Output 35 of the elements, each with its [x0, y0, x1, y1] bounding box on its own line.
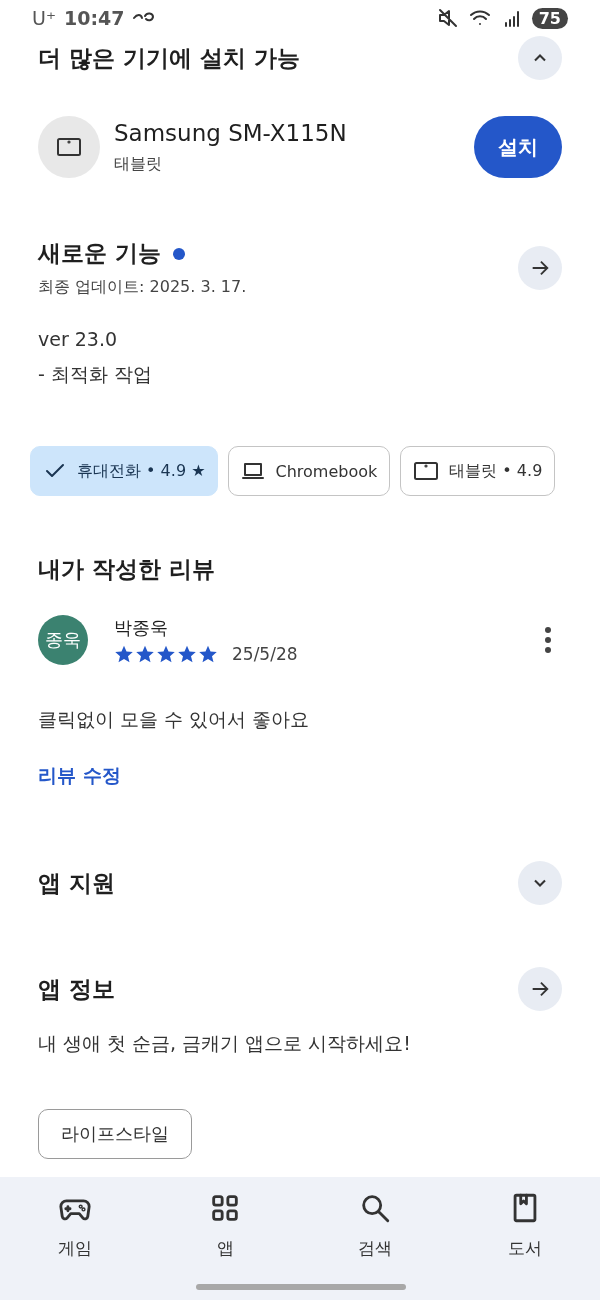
tablet-icon — [413, 460, 440, 482]
carrier-label: U⁺ — [32, 7, 56, 29]
section-title: 앱 지원 — [38, 868, 115, 898]
nav-tab[interactable]: 앱 — [150, 1191, 300, 1267]
tablet-icon — [56, 136, 82, 158]
device-type: 태블릿 — [114, 153, 163, 175]
update-date: 최종 업데이트: 2025. 3. 17. — [38, 277, 247, 298]
expand-button[interactable] — [518, 861, 562, 905]
device-filter-chip[interactable]: 태블릿 • 4.9 — [400, 446, 556, 496]
collapse-button[interactable] — [518, 36, 562, 80]
section-title: 새로운 기능 — [38, 239, 161, 268]
category-tag[interactable]: 라이프스타일 — [38, 1109, 192, 1159]
install-button[interactable]: 설치 — [474, 116, 562, 178]
device-filter-chip[interactable]: Chromebook — [228, 446, 391, 496]
review-text: 클릭없이 모을 수 있어서 좋아요 — [38, 707, 311, 732]
arrow-button[interactable] — [518, 967, 562, 1011]
nav-tab[interactable]: 게임 — [0, 1191, 150, 1267]
device-name: Samsung SM-X115N — [114, 119, 347, 146]
app-description: 내 생애 첫 순금, 금캐기 앱으로 시작하세요! — [38, 1031, 412, 1056]
release-note-line: ver 23.0 — [38, 328, 119, 350]
review-date: 25/5/28 — [232, 644, 298, 664]
more-options-icon[interactable] — [544, 627, 552, 653]
section-title: 앱 정보 — [38, 974, 115, 1004]
clock: 10:47 — [63, 7, 125, 29]
edit-review-link[interactable]: 리뷰 수정 — [38, 764, 121, 786]
user-avatar: 종욱 — [38, 615, 88, 665]
section-title: 내가 작성한 리뷰 — [38, 555, 216, 584]
section-title: 더 많은 기기에 설치 가능 — [38, 43, 301, 73]
release-note-line: - 최적화 작업 — [38, 362, 153, 387]
nav-tab[interactable]: 도서 — [450, 1191, 600, 1267]
device-filter-chip[interactable]: 휴대전화 • 4.9 ★ — [30, 446, 219, 496]
battery-indicator: 75 — [531, 7, 568, 29]
arrow-button[interactable] — [518, 246, 562, 290]
nav-tab[interactable]: 검색 — [300, 1191, 450, 1267]
reviewer-name: 박종욱 — [114, 616, 169, 640]
